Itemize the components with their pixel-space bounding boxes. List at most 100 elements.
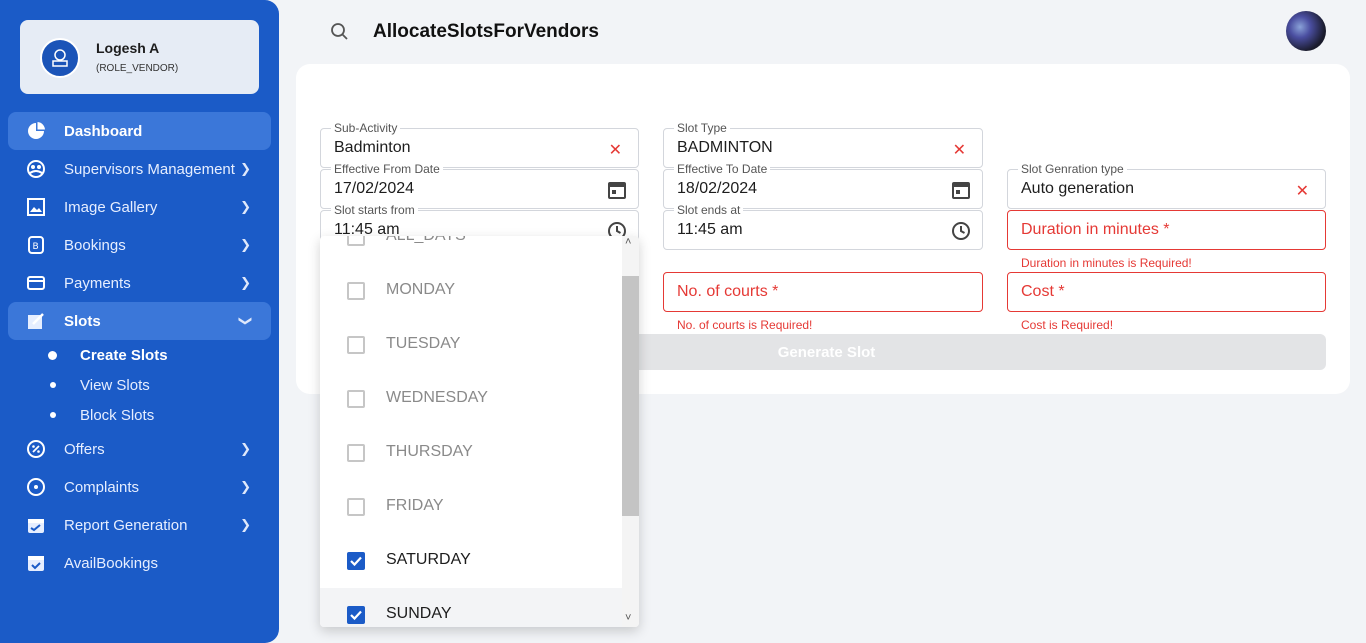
bookings-icon: B: [26, 235, 46, 255]
clear-icon[interactable]: ✕: [953, 140, 966, 160]
day-option-monday[interactable]: MONDAY: [320, 264, 622, 318]
field-label: Slot Genration type: [1018, 162, 1127, 176]
field-value: Badminton: [334, 139, 411, 156]
sidebar-item-complaints[interactable]: Complaints ❯: [8, 468, 271, 506]
option-label: FRIDAY: [386, 497, 444, 514]
field-value: BADMINTON: [677, 139, 773, 156]
sidebar: Logesh A (ROLE_VENDOR) Dashboard Supervi…: [0, 0, 279, 643]
option-label: TUESDAY: [386, 335, 461, 352]
field-placeholder: Cost *: [1021, 283, 1065, 300]
offer-icon: [26, 439, 46, 459]
chevron-right-icon: ❯: [240, 517, 251, 532]
page-title: AllocateSlotsForVendors: [373, 21, 599, 42]
day-option-sunday[interactable]: SUNDAY: [320, 588, 622, 627]
sidebar-item-availbookings[interactable]: AvailBookings: [8, 544, 271, 582]
chevron-down-icon: ❯: [238, 315, 254, 327]
sidebar-item-label: Report Generation: [64, 516, 188, 534]
clock-icon[interactable]: [950, 220, 972, 242]
duration-minutes-field[interactable]: Duration in minutes *: [1007, 210, 1326, 250]
card-icon: [26, 273, 46, 293]
option-label: MONDAY: [386, 281, 456, 298]
sidebar-item-label: Slots: [64, 312, 101, 330]
cost-field[interactable]: Cost *: [1007, 272, 1326, 312]
search-icon[interactable]: [330, 22, 350, 42]
checkbox[interactable]: [347, 390, 365, 408]
sidebar-item-dashboard[interactable]: Dashboard: [8, 112, 271, 150]
chevron-right-icon: ❯: [240, 161, 251, 176]
slot-end-time-field[interactable]: Slot ends at 11:45 am: [663, 203, 983, 250]
field-label: Sub-Activity: [331, 121, 401, 135]
clear-icon[interactable]: ✕: [1296, 181, 1309, 201]
option-label: SATURDAY: [386, 551, 471, 568]
svg-text:B: B: [33, 242, 39, 252]
field-value: 17/02/2024: [334, 180, 415, 197]
sidebar-subitem-create-slots[interactable]: Create Slots: [80, 347, 168, 364]
pie-chart-icon: [26, 121, 46, 141]
calendar-check-icon: [26, 553, 46, 573]
scrollbar-thumb[interactable]: [622, 276, 639, 516]
sidebar-item-image-gallery[interactable]: Image Gallery ❯: [8, 188, 271, 226]
field-placeholder: Duration in minutes *: [1021, 221, 1170, 238]
day-option-tuesday[interactable]: TUESDAY: [320, 318, 622, 372]
field-label: Slot ends at: [674, 203, 744, 217]
complaint-icon: [26, 477, 46, 497]
day-option-thursday[interactable]: THURSDAY: [320, 426, 622, 480]
field-placeholder: No. of courts *: [677, 283, 779, 300]
courts-error-text: No. of courts is Required!: [677, 318, 813, 332]
day-option-wednesday[interactable]: WEDNESDAY: [320, 372, 622, 426]
bullet-icon: [50, 382, 56, 388]
chevron-up-icon[interactable]: ˄: [625, 236, 631, 248]
slot-generation-type-select[interactable]: Slot Genration type Auto generation ✕: [1007, 162, 1326, 209]
slots-icon: [26, 311, 46, 331]
checkbox[interactable]: [347, 282, 365, 300]
field-label: Effective To Date: [674, 162, 771, 176]
sidebar-item-label: Payments: [64, 274, 131, 292]
bullet-icon: [50, 412, 56, 418]
option-label: ALL_DAYS: [386, 236, 466, 245]
vendor-avatar: [40, 38, 80, 78]
field-label: Effective From Date: [331, 162, 443, 176]
option-label: SUNDAY: [386, 605, 452, 622]
day-option-friday[interactable]: FRIDAY: [320, 480, 622, 534]
sidebar-item-slots[interactable]: Slots ❯: [8, 302, 271, 340]
cost-error-text: Cost is Required!: [1021, 318, 1114, 332]
checkbox-checked[interactable]: [347, 606, 365, 624]
sidebar-item-bookings[interactable]: B Bookings ❯: [8, 226, 271, 264]
checkbox[interactable]: [347, 498, 365, 516]
checkbox[interactable]: [347, 236, 365, 246]
sidebar-subitem-block-slots[interactable]: Block Slots: [80, 407, 154, 424]
sidebar-subitem-view-slots[interactable]: View Slots: [80, 377, 150, 394]
day-option-saturday[interactable]: SATURDAY: [320, 534, 622, 588]
profile-card[interactable]: Logesh A (ROLE_VENDOR): [20, 20, 259, 94]
field-value: 11:45 am: [677, 221, 743, 238]
days-dropdown-menu[interactable]: ALL_DAYS MONDAY TUESDAY WEDNESDAY THURSD…: [320, 236, 639, 627]
profile-name: Logesh A: [96, 40, 160, 56]
sidebar-item-payments[interactable]: Payments ❯: [8, 264, 271, 302]
sidebar-item-label: Supervisors Management: [64, 160, 235, 178]
field-value: 18/02/2024: [677, 180, 758, 197]
sidebar-item-report-generation[interactable]: Report Generation ❯: [8, 506, 271, 544]
duration-error-text: Duration in minutes is Required!: [1021, 256, 1192, 270]
sidebar-item-label: AvailBookings: [64, 554, 158, 572]
sidebar-item-offers[interactable]: Offers ❯: [8, 430, 271, 468]
sidebar-item-label: Complaints: [64, 478, 140, 496]
sidebar-item-supervisors[interactable]: Supervisors Management ❯: [8, 150, 271, 188]
courts-count-field[interactable]: No. of courts *: [663, 272, 983, 312]
chevron-down-icon[interactable]: ˅: [625, 612, 631, 624]
chevron-right-icon: ❯: [240, 441, 251, 456]
checkbox[interactable]: [347, 336, 365, 354]
supervisor-icon: [26, 159, 46, 179]
day-option-all-days[interactable]: ALL_DAYS: [320, 236, 622, 264]
checkbox[interactable]: [347, 444, 365, 462]
checkbox-checked[interactable]: [347, 552, 365, 570]
sidebar-item-label: Dashboard: [64, 122, 143, 140]
sidebar-item-label: Image Gallery: [64, 198, 158, 216]
field-label: Slot starts from: [331, 203, 418, 217]
image-gallery-icon: [26, 197, 46, 217]
profile-role: (ROLE_VENDOR): [96, 63, 179, 74]
calendar-icon[interactable]: [950, 179, 972, 201]
clear-icon[interactable]: ✕: [609, 140, 622, 160]
calendar-icon[interactable]: [606, 179, 628, 201]
user-avatar[interactable]: [1286, 11, 1326, 51]
field-value: Auto generation: [1021, 180, 1134, 197]
